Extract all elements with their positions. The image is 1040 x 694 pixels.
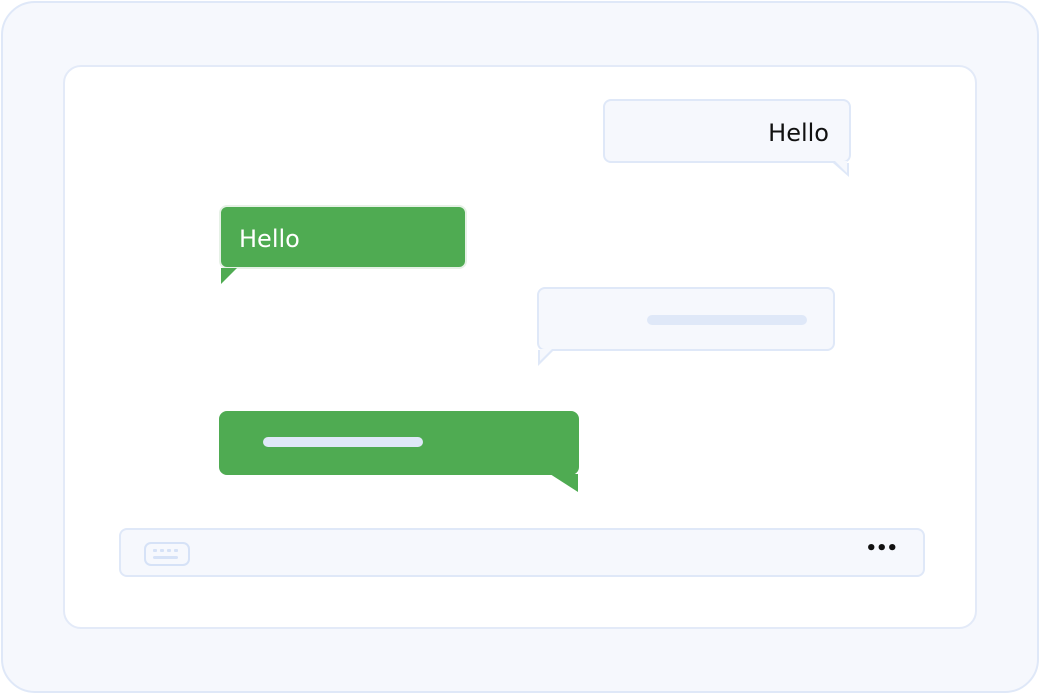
message-text: Hello [768,119,829,147]
text-placeholder [263,437,423,447]
bubble-tail [835,161,847,173]
text-placeholder [647,315,807,325]
more-options-icon[interactable]: ••• [865,538,898,559]
message-bubble-incoming: Hello [219,205,467,269]
message-input-bar[interactable]: ••• [119,528,925,577]
bubble-tail [221,268,237,284]
message-bubble-incoming [219,411,579,475]
message-bubble-outgoing [537,287,835,351]
message-text: Hello [239,225,300,253]
bubble-tail [540,349,552,361]
message-bubble-outgoing: Hello [603,99,851,163]
keyboard-icon[interactable] [144,542,190,566]
bubble-tail [550,474,578,492]
